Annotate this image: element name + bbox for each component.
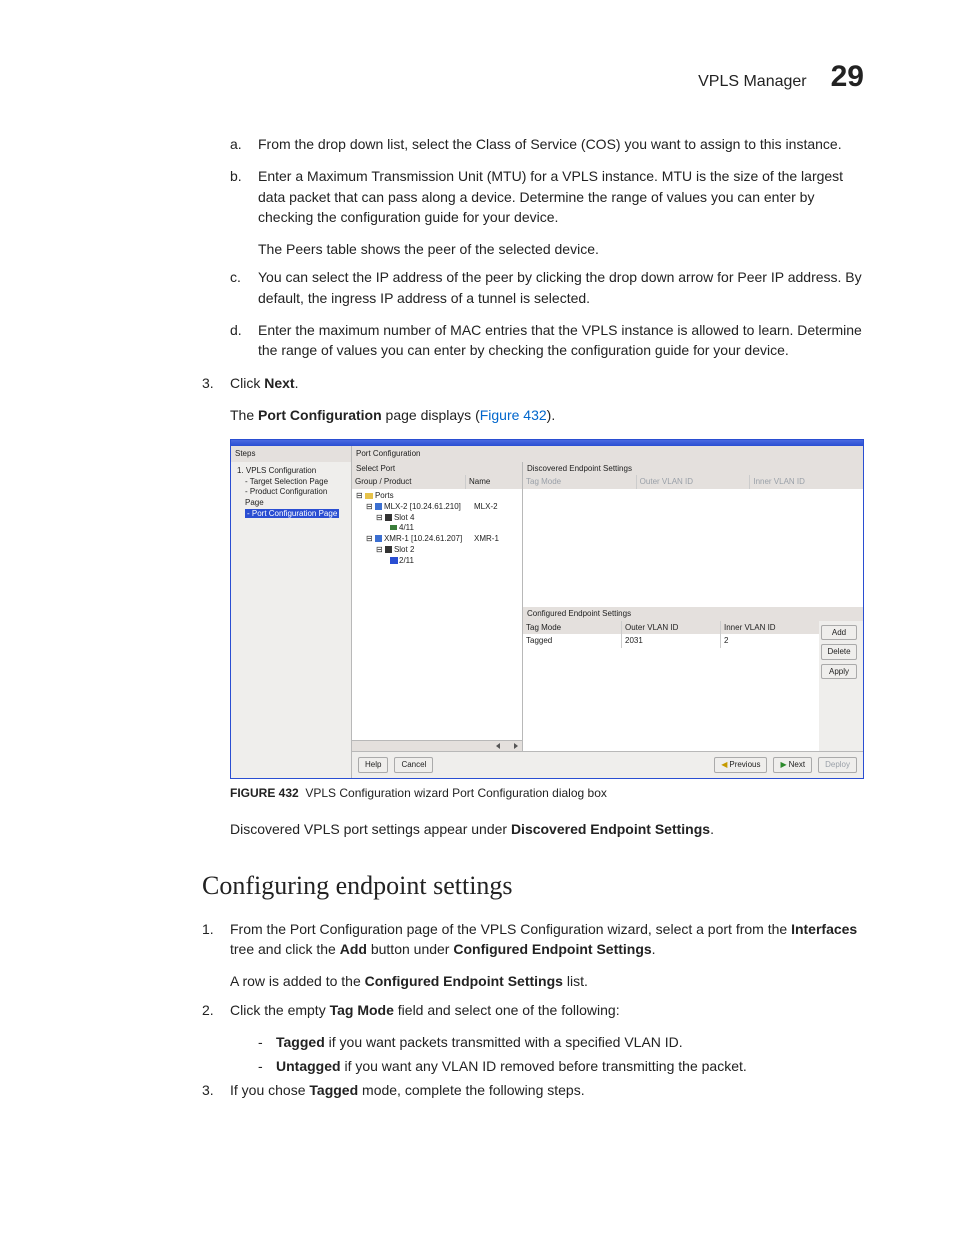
page-header: VPLS Manager 29 [90, 60, 864, 94]
substep-b-note: The Peers table shows the peer of the se… [258, 239, 864, 259]
slot-icon [385, 514, 392, 521]
device-icon [375, 535, 382, 542]
cfg-step-2-opt-untagged: - Untagged if you want any VLAN ID remov… [258, 1056, 864, 1076]
tree-horizontal-scrollbar[interactable] [352, 740, 522, 751]
select-port-label: Select Port [352, 462, 522, 476]
folder-icon [365, 493, 373, 499]
discovered-columns: Tag Mode Outer VLAN ID Inner VLAN ID [523, 475, 863, 489]
next-button[interactable]: ▶Next [773, 757, 812, 773]
figure-432: Steps 1. VPLS Configuration - Target Sel… [230, 439, 864, 802]
port-config-header: Port Configuration [352, 446, 863, 462]
discovered-settings-header: Discovered Endpoint Settings [523, 462, 863, 476]
apply-button[interactable]: Apply [821, 664, 857, 680]
device-icon [375, 503, 382, 510]
cfg-step-3: 3. If you chose Tagged mode, complete th… [202, 1080, 864, 1100]
port-icon [390, 525, 397, 530]
scroll-right-icon[interactable] [514, 743, 518, 749]
wizard-steps-panel: Steps 1. VPLS Configuration - Target Sel… [231, 446, 352, 778]
wizard-step-port[interactable]: - Port Configuration Page [245, 509, 339, 518]
wizard-step-target[interactable]: - Target Selection Page [237, 477, 345, 488]
cfg-step-2-opt-tagged: - Tagged if you want packets transmitted… [258, 1032, 864, 1052]
add-button[interactable]: Add [821, 625, 857, 641]
select-port-panel: Select Port Group / Product Name ⊟ Ports… [352, 462, 523, 751]
substep-a: a. From the drop down list, select the C… [230, 134, 864, 154]
cancel-button[interactable]: Cancel [394, 757, 433, 773]
cfg-step-2: 2. Click the empty Tag Mode field and se… [202, 1000, 864, 1020]
substep-b: b. Enter a Maximum Transmission Unit (MT… [230, 166, 864, 227]
scroll-left-icon[interactable] [496, 743, 500, 749]
help-button[interactable]: Help [358, 757, 388, 773]
col-name[interactable]: Name [466, 475, 522, 489]
wizard-step-root[interactable]: 1. VPLS Configuration [237, 466, 345, 477]
configured-settings-list[interactable] [523, 648, 819, 751]
section-heading: Configuring endpoint settings [202, 867, 864, 905]
cfg-step-1: 1. From the Port Configuration page of t… [202, 919, 864, 960]
wizard-steps-header: Steps [231, 446, 351, 462]
slot-icon [385, 546, 392, 553]
deploy-button[interactable]: Deploy [818, 757, 857, 773]
header-title: VPLS Manager [698, 73, 807, 91]
page-number: 29 [831, 60, 864, 94]
step-3-result: The Port Configuration page displays (Fi… [230, 405, 864, 425]
previous-button[interactable]: ◀Previous [714, 757, 767, 773]
port-icon [390, 558, 397, 563]
ports-tree[interactable]: ⊟ Ports ⊟ MLX-2 [10.24.61.210]MLX-2 ⊟ Sl… [352, 489, 522, 740]
after-figure-note: Discovered VPLS port settings appear und… [230, 819, 864, 839]
cfg-step-1-result: A row is added to the Configured Endpoin… [230, 971, 864, 991]
delete-button[interactable]: Delete [821, 644, 857, 660]
figure-caption: FIGURE 432 VPLS Configuration wizard Por… [230, 785, 864, 802]
col-group-product[interactable]: Group / Product [352, 475, 466, 489]
configured-settings-header: Configured Endpoint Settings [523, 607, 863, 621]
substep-d: d. Enter the maximum number of MAC entri… [230, 320, 864, 361]
figure-link[interactable]: Figure 432 [480, 407, 547, 423]
substep-c: c. You can select the IP address of the … [230, 267, 864, 308]
discovered-settings-list[interactable] [523, 489, 863, 607]
configured-columns: Tag Mode Outer VLAN ID Inner VLAN ID [523, 621, 819, 635]
step-3: 3. Click Next. [202, 373, 864, 393]
configured-row[interactable]: Tagged 2031 2 [523, 634, 819, 648]
wizard-step-product[interactable]: - Product Configuration Page [237, 487, 345, 509]
